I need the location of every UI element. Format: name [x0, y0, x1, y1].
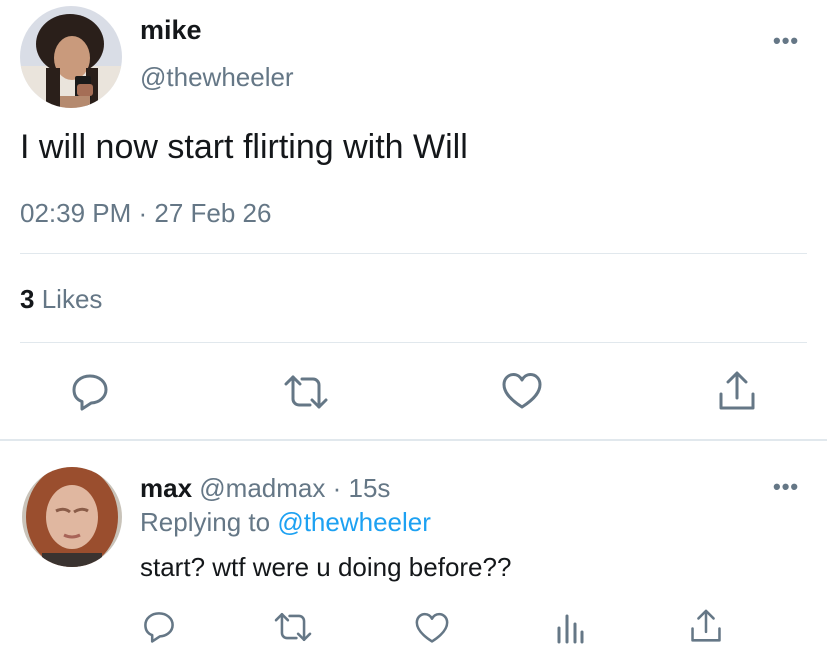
divider: [20, 342, 807, 343]
tweet-timestamp[interactable]: 02:39 PM · 27 Feb 26: [20, 198, 271, 229]
likes-stat[interactable]: 3 Likes: [20, 284, 102, 315]
reply-retweet-button[interactable]: [274, 610, 312, 644]
tweet-more-button[interactable]: •••: [773, 28, 799, 54]
max-avatar[interactable]: [22, 467, 122, 567]
divider: [20, 253, 807, 254]
tweet-author-handle[interactable]: @thewheeler: [140, 62, 294, 93]
reply-text: start? wtf were u doing before??: [140, 552, 512, 582]
reply-icon: [72, 374, 108, 411]
reply-reply-button[interactable]: [142, 610, 176, 644]
share-icon: [691, 609, 721, 642]
replying-to: Replying to @thewheeler: [140, 507, 431, 538]
likes-label: Likes: [41, 284, 103, 314]
replying-to-prefix: Replying to: [140, 507, 271, 537]
reply-icon: [144, 612, 174, 643]
replying-to-link[interactable]: @thewheeler: [277, 507, 431, 537]
reply-share-button[interactable]: [690, 608, 722, 644]
retweet-icon: [284, 375, 328, 409]
reply-more-button[interactable]: •••: [773, 474, 799, 500]
share-button[interactable]: [718, 370, 756, 412]
share-icon: [719, 371, 755, 410]
reply-author-handle[interactable]: @madmax: [199, 473, 325, 503]
retweet-icon: [274, 612, 312, 642]
reply-time[interactable]: · 15s: [333, 473, 391, 503]
tweet-text: I will now start flirting with Will: [20, 128, 468, 166]
like-icon: [502, 373, 542, 409]
retweet-button[interactable]: [284, 372, 328, 412]
likes-count: 3: [20, 284, 35, 314]
reply-button[interactable]: [70, 372, 110, 412]
mike-avatar[interactable]: [20, 6, 122, 108]
reply-author-name[interactable]: max: [140, 473, 192, 503]
like-icon: [415, 612, 449, 643]
reply-analytics-button[interactable]: [555, 612, 585, 644]
tweet-author-name[interactable]: mike: [140, 15, 202, 46]
reply-header: max @madmax · 15s: [140, 473, 390, 504]
like-button[interactable]: [502, 372, 542, 410]
analytics-icon: [557, 614, 584, 644]
divider: [0, 439, 827, 441]
reply-like-button[interactable]: [415, 612, 449, 644]
